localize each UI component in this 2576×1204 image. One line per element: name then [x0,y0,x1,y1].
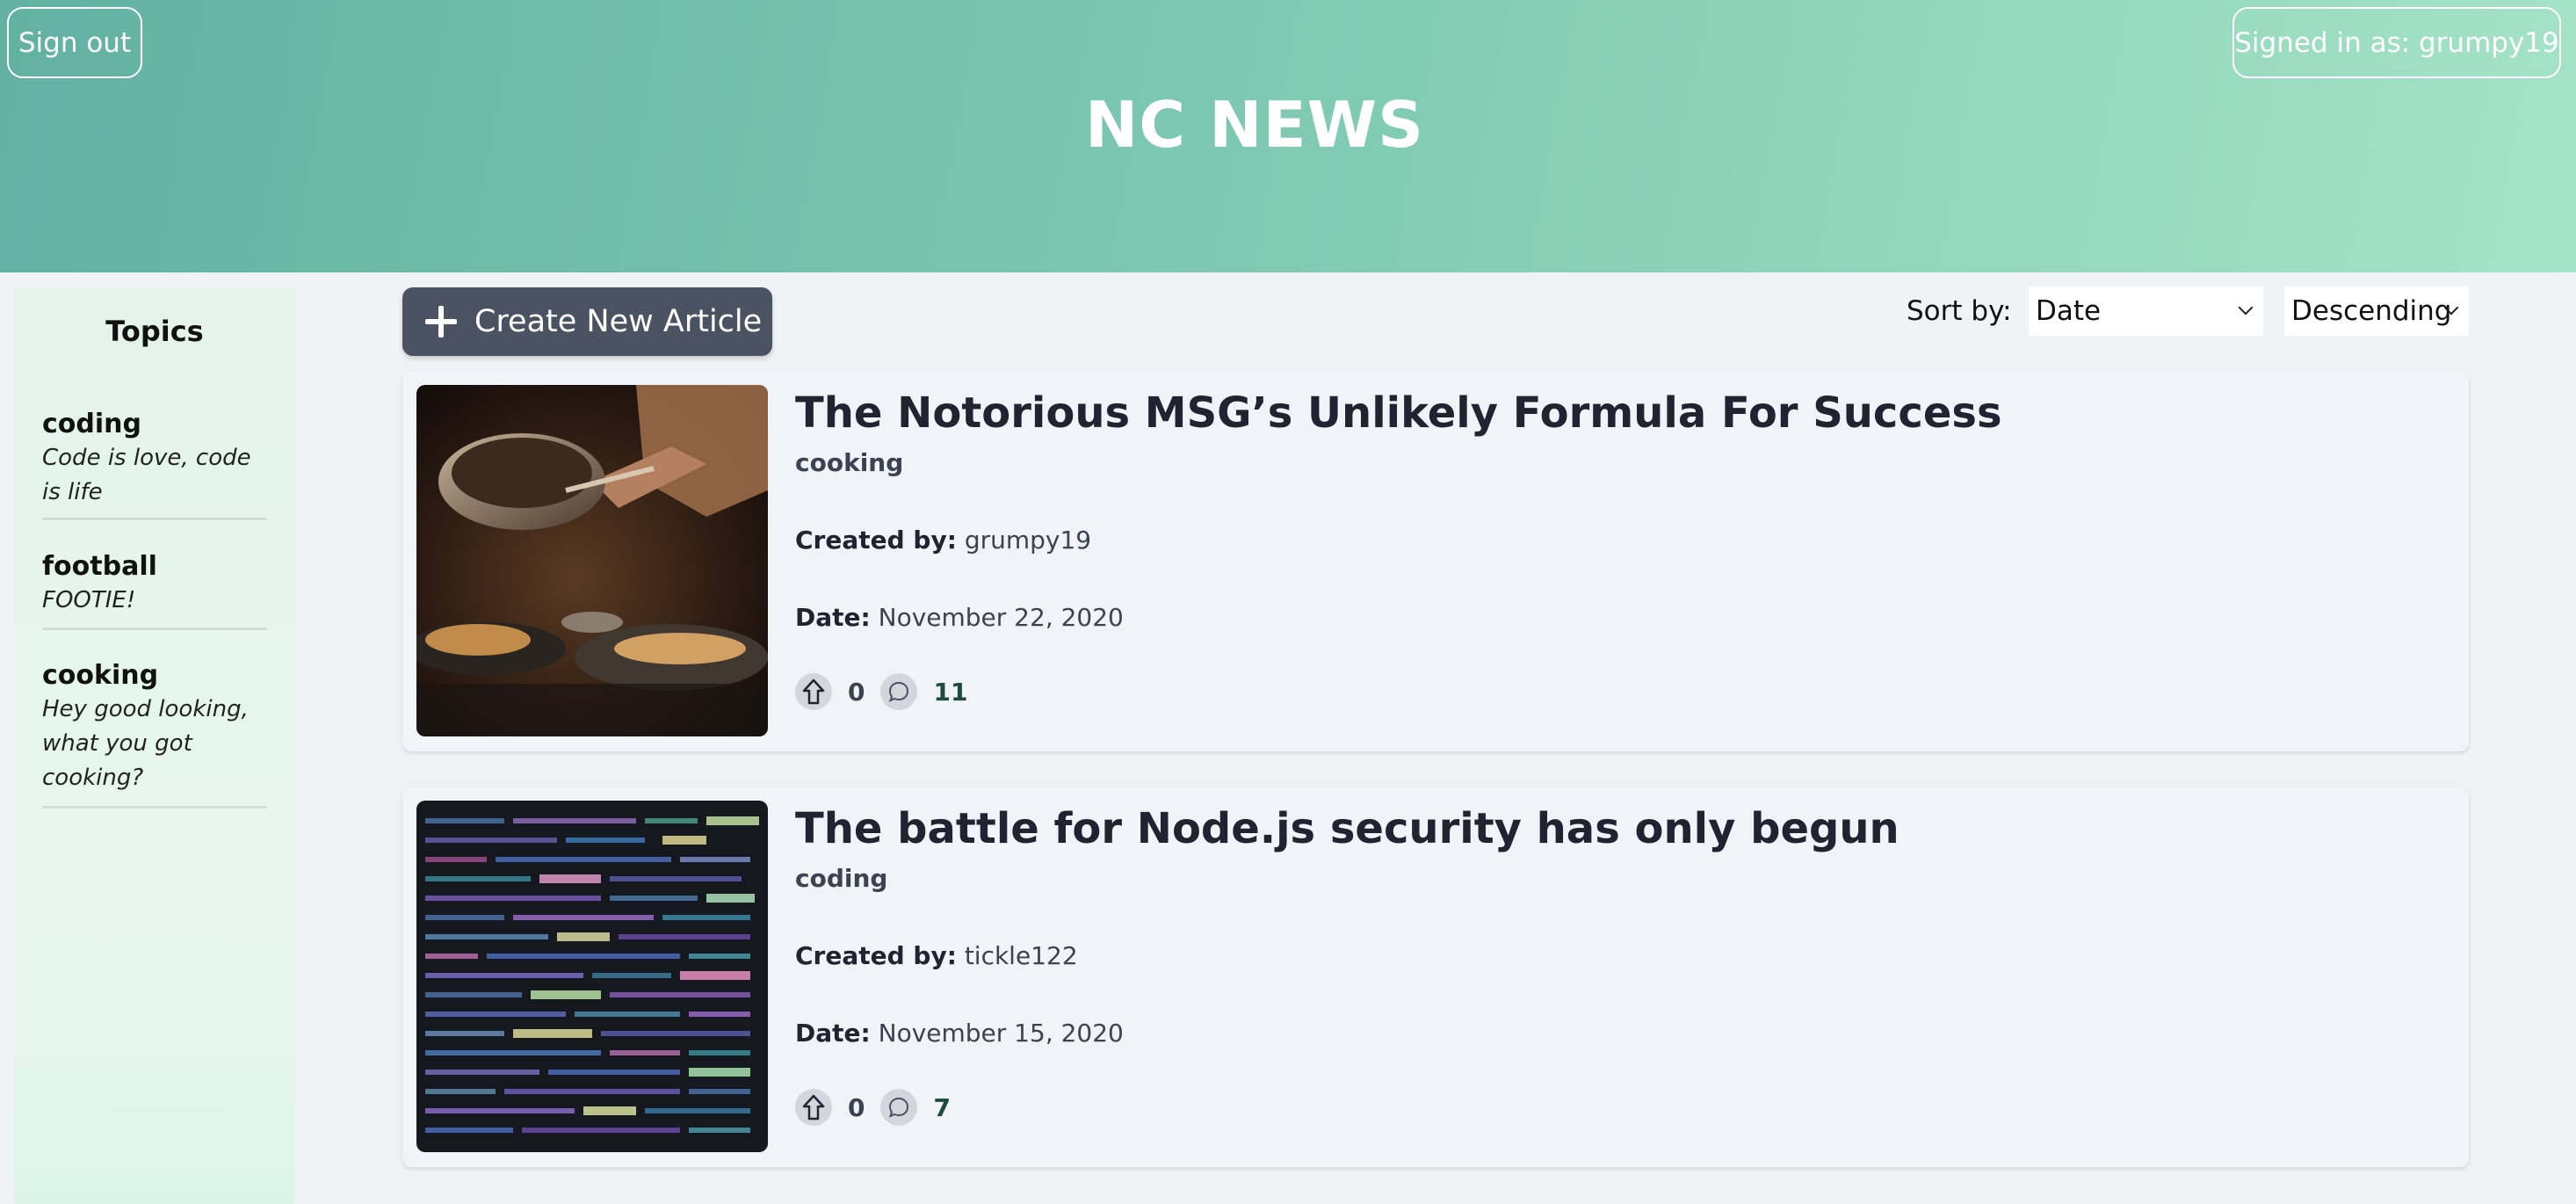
date-label: Date: [795,1019,871,1048]
sidebar-title: Topics [105,315,204,348]
topic-slug[interactable]: coding [42,408,267,441]
sort-label: Sort by: [1907,295,2012,327]
article-topic: coding [795,864,888,893]
article-stats: 0 7 [795,1089,951,1126]
article-date: Date: November 15, 2020 [795,1019,1124,1048]
comment-icon[interactable] [880,1089,918,1126]
author-name: grumpy19 [964,526,1092,555]
sort-order-select[interactable]: Descending [2284,286,2469,336]
article-card[interactable]: The Notorious MSG’s Unlikely Formula For… [402,371,2469,751]
comment-count: 11 [933,677,968,707]
chevron-down-icon [2238,300,2254,316]
topic-description: Code is love, code is life [42,445,251,505]
site-header: Sign out Signed in as: grumpy19 NC NEWS [0,0,2576,272]
topic-item-coding[interactable]: coding Code is love, code is life [42,408,267,520]
date-label: Date: [795,603,871,632]
topic-slug[interactable]: football [42,550,267,584]
created-by-label: Created by: [795,941,957,970]
article-date: Date: November 22, 2020 [795,603,1124,632]
date-value: November 15, 2020 [878,1019,1124,1048]
comment-count: 7 [933,1092,951,1122]
sign-out-button[interactable]: Sign out [7,7,142,78]
topic-item-football[interactable]: football FOOTIE! [42,550,267,630]
topic-slug[interactable]: cooking [42,659,267,693]
article-card[interactable]: The battle for Node.js security has only… [402,787,2469,1167]
cooking-photo [416,385,768,736]
article-title[interactable]: The Notorious MSG’s Unlikely Formula For… [795,385,2002,441]
upvote-icon[interactable] [795,1089,832,1126]
vote-count: 0 [848,677,865,707]
topic-description: Hey good looking, what you got cooking? [42,696,249,791]
article-thumbnail[interactable] [416,801,768,1152]
site-title: NC NEWS [1085,88,1424,162]
plus-icon [425,306,457,337]
article-title[interactable]: The battle for Node.js security has only… [795,801,1899,857]
article-author: Created by: grumpy19 [795,526,1091,555]
sort-field-value: Date [2036,295,2102,327]
date-value: November 22, 2020 [878,603,1124,632]
code-photo [416,801,768,1152]
create-article-button[interactable]: Create New Article [402,287,772,356]
create-article-label: Create New Article [474,304,763,339]
article-author: Created by: tickle122 [795,941,1078,970]
topic-description: FOOTIE! [42,587,136,613]
created-by-label: Created by: [795,526,957,555]
topic-item-cooking[interactable]: cooking Hey good looking, what you got c… [42,659,267,809]
sort-field-select[interactable]: Date [2029,286,2263,336]
sort-order-value: Descending [2291,295,2452,327]
signed-in-indicator: Signed in as: grumpy19 [2232,7,2561,78]
author-name: tickle122 [964,941,1078,970]
article-thumbnail[interactable] [416,385,768,736]
topics-sidebar: Topics coding Code is love, code is life… [14,288,295,1204]
article-topic: cooking [795,448,904,477]
upvote-icon[interactable] [795,673,832,710]
comment-icon[interactable] [880,673,918,710]
article-stats: 0 11 [795,673,967,710]
vote-count: 0 [848,1092,865,1122]
